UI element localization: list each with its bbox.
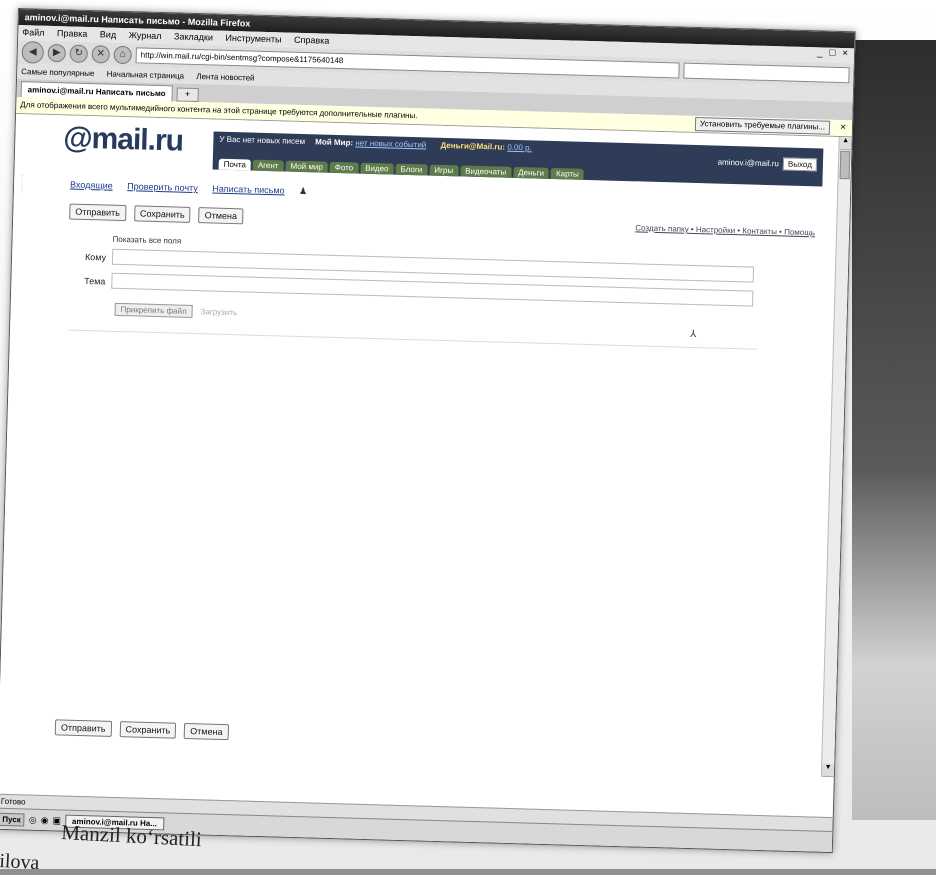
bookmark-start-page[interactable]: Начальная страница: [107, 70, 185, 81]
user-email[interactable]: aminov.i@mail.ru: [718, 158, 780, 169]
top-action-row: Отправить Сохранить Отмена: [69, 203, 244, 225]
portal-tabs: Почта Агент Мой мир Фото Видео Блоги Игр…: [218, 158, 584, 180]
scroll-up-icon[interactable]: ▲: [839, 136, 852, 151]
my-world-label: Мой Мир:: [315, 137, 354, 148]
new-tab-button[interactable]: +: [176, 87, 199, 103]
send-button-bottom[interactable]: Отправить: [54, 719, 112, 737]
save-button[interactable]: Сохранить: [133, 205, 191, 223]
stop-icon[interactable]: ✕: [91, 45, 110, 64]
back-arrow-icon[interactable]: ◀: [21, 41, 45, 64]
save-button-bottom[interactable]: Сохранить: [119, 721, 177, 739]
tab-maps[interactable]: Карты: [550, 167, 584, 180]
menu-history[interactable]: Журнал: [129, 30, 162, 41]
tab-money[interactable]: Деньги: [513, 166, 550, 179]
bookmark-news-feed[interactable]: Лента новостей: [196, 72, 255, 83]
show-all-fields-link[interactable]: Показать все поля: [112, 235, 181, 246]
tab-games[interactable]: Игры: [429, 164, 459, 177]
send-button[interactable]: Отправить: [69, 203, 127, 222]
check-mail-link[interactable]: Проверить почту: [127, 181, 198, 193]
money-label: Деньги@Mail.ru:: [440, 140, 506, 152]
subject-label: Тема: [84, 275, 106, 287]
install-plugins-button[interactable]: Установить требуемые плагины...: [694, 116, 831, 135]
tab-agent[interactable]: Агент: [252, 159, 284, 172]
menu-help[interactable]: Справка: [294, 35, 330, 46]
quicklaunch-media-icon[interactable]: ◉: [40, 814, 49, 825]
cancel-button-bottom[interactable]: Отмена: [184, 722, 229, 741]
menu-view[interactable]: Вид: [100, 29, 117, 39]
menu-bookmarks[interactable]: Закладки: [174, 31, 213, 42]
desktop-wallpaper: [852, 40, 936, 820]
window-controls[interactable]: _ □ ×: [817, 47, 850, 59]
cancel-button[interactable]: Отмена: [198, 207, 244, 225]
search-input[interactable]: [683, 62, 850, 84]
compose-link[interactable]: Написать письмо: [212, 183, 285, 195]
close-icon[interactable]: ×: [840, 120, 846, 136]
tab-video[interactable]: Видео: [360, 162, 394, 175]
tab-blogs[interactable]: Блоги: [395, 163, 428, 176]
my-world-link[interactable]: нет новых событий: [355, 138, 426, 149]
compose-form: Показать все поля Кому Тема Прикрепить ф…: [71, 234, 761, 318]
menu-file[interactable]: Файл: [22, 27, 44, 38]
attach-file-button[interactable]: Прикрепить файл: [114, 302, 193, 318]
menu-edit[interactable]: Правка: [57, 28, 88, 39]
caption-line-2: ilova: [0, 850, 40, 875]
portal-topline: У Вас нет новых писем Мой Мир: нет новых…: [219, 135, 532, 153]
user-icon: ♟: [299, 185, 308, 197]
logout-button[interactable]: Выход: [782, 157, 818, 172]
reload-icon[interactable]: ↻: [69, 44, 88, 63]
tab-mail[interactable]: Почта: [218, 158, 252, 171]
message-body-editor[interactable]: [57, 329, 758, 732]
portal-bar: У Вас нет новых писем Мой Мир: нет новых…: [212, 131, 824, 187]
tab-videochats[interactable]: Видеочаты: [460, 165, 512, 178]
start-button[interactable]: Пуск: [0, 812, 25, 827]
tab-photo[interactable]: Фото: [329, 161, 359, 174]
bookmark-most-visited[interactable]: Самые популярные: [21, 67, 94, 78]
browser-window: aminov.i@mail.ru Написать письмо - Mozil…: [0, 8, 856, 854]
quicklaunch-ie-icon[interactable]: ◎: [29, 814, 37, 825]
attach-more-link[interactable]: Загрузить: [200, 307, 237, 317]
mail-service-links[interactable]: Создать папку • Настройки • Контакты • П…: [635, 223, 815, 237]
forward-arrow-icon[interactable]: ▶: [47, 43, 67, 63]
to-label: Кому: [84, 251, 107, 263]
scroll-down-icon[interactable]: ▼: [821, 763, 835, 778]
page-content: ········· @mail.ru У Вас нет новых писем…: [0, 113, 852, 778]
mail-logo[interactable]: @mail.ru: [63, 121, 183, 158]
cursor-icon: ⅄: [689, 328, 697, 341]
menu-tools[interactable]: Инструменты: [225, 33, 281, 45]
bottom-action-row: Отправить Сохранить Отмена: [54, 719, 229, 741]
page-gutter: ·········: [17, 174, 26, 196]
home-icon[interactable]: ⌂: [113, 45, 132, 65]
quicklaunch-desktop-icon[interactable]: ▣: [52, 815, 61, 826]
inbox-link[interactable]: Входящие: [70, 180, 113, 191]
new-letters-status: У Вас нет новых писем: [219, 134, 306, 147]
money-balance[interactable]: 0.00 р.: [507, 143, 532, 153]
scroll-thumb[interactable]: [839, 151, 851, 180]
tab-my-world[interactable]: Мой мир: [285, 160, 328, 173]
